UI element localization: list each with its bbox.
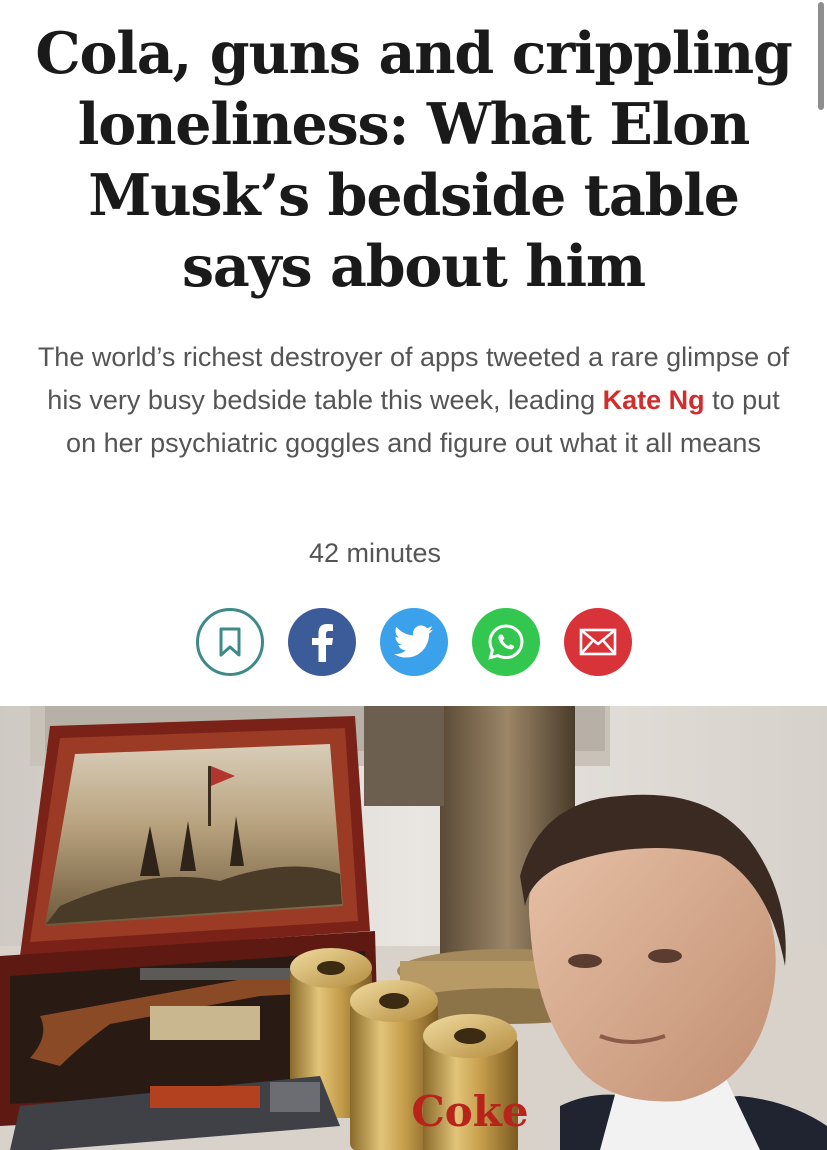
bookmark-icon — [219, 627, 241, 657]
bookmark-button[interactable] — [196, 608, 264, 676]
article-timestamp: 42 minutes — [308, 538, 442, 568]
scrollbar[interactable] — [818, 2, 824, 110]
whatsapp-share-button[interactable] — [472, 608, 540, 676]
hero-illustration: Coke — [0, 706, 827, 1150]
facebook-share-button[interactable] — [288, 608, 356, 676]
article-headline: Cola, guns and crippling loneliness: Wha… — [35, 20, 793, 300]
share-bar — [196, 608, 632, 676]
facebook-icon — [312, 624, 333, 662]
author-link[interactable]: Kate Ng — [603, 385, 705, 415]
article-standfirst: The world’s richest destroyer of apps tw… — [30, 336, 797, 465]
twitter-icon — [394, 625, 434, 658]
whatsapp-icon — [488, 624, 524, 660]
twitter-share-button[interactable] — [380, 608, 448, 676]
email-share-button[interactable] — [564, 608, 632, 676]
can-logo-text: Coke — [411, 1087, 528, 1136]
hero-image: Coke — [0, 706, 827, 1150]
email-icon — [579, 628, 617, 656]
